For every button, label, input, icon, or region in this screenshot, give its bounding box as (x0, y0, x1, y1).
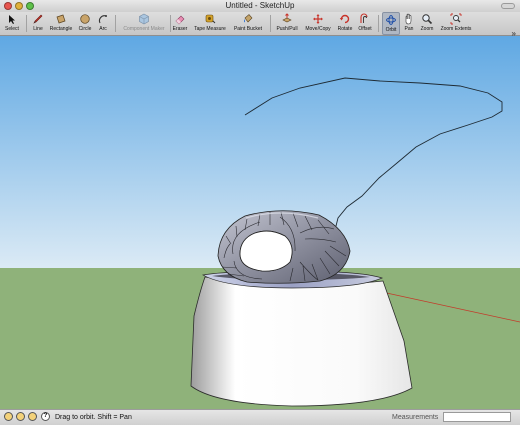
offset-tool-label: Offset (358, 26, 372, 32)
tape-measure-icon (203, 13, 217, 25)
toolbar-separator (26, 15, 27, 32)
push-pull-tool-button[interactable]: Push/Pull (274, 12, 300, 35)
push-pull-icon (280, 13, 294, 25)
zoom-extents-tool-button[interactable]: Zoom Extents (438, 12, 474, 35)
pan-tool-label: Pan (404, 26, 414, 32)
measurements-label: Measurements (392, 414, 439, 421)
help-icon[interactable]: ? (41, 412, 50, 421)
arc-icon (96, 13, 110, 25)
zoom-tool-label: Zoom (420, 26, 434, 32)
circle-tool-button[interactable]: Circle (76, 12, 94, 35)
line-tool-label: Line (33, 26, 43, 32)
torus (217, 210, 351, 284)
zoom-extents-icon (449, 13, 463, 25)
measurements-input[interactable] (443, 412, 511, 422)
pencil-icon (31, 13, 45, 25)
eraser-tool-button[interactable]: Eraser (172, 12, 188, 35)
orbit-tool-label: Orbit (385, 27, 397, 33)
rectangle-icon (54, 13, 68, 25)
rotate-tool-label: Rotate (337, 26, 353, 32)
toolbar-toggle-button[interactable] (501, 3, 515, 9)
status-bar: ? Drag to orbit. Shift = Pan Measurement… (0, 409, 520, 425)
user-icon[interactable] (28, 412, 37, 421)
cylinder-body (190, 276, 413, 407)
move-copy-tool-button[interactable]: Move/Copy (302, 12, 334, 35)
magnifier-icon (420, 13, 434, 25)
tape-measure-tool-label: Tape Measure (194, 26, 226, 32)
move-copy-tool-label: Move/Copy (305, 26, 331, 32)
circle-tool-label: Circle (78, 26, 92, 32)
circle-icon (78, 13, 92, 25)
pan-tool-button[interactable]: Pan (402, 12, 416, 35)
toolbar-separator (170, 15, 171, 32)
orbit-tool-button[interactable]: Orbit (382, 12, 400, 35)
tape-measure-tool-button[interactable]: Tape Measure (192, 12, 228, 35)
large-tool-set-toolbar: Select Line Rectangle Circle Arc Compone… (0, 12, 520, 38)
offset-tool-button[interactable]: Offset (356, 12, 374, 35)
zoom-tool-button[interactable]: Zoom (418, 12, 436, 35)
scene-canvas[interactable] (0, 36, 520, 409)
select-tool-label: Select (5, 26, 19, 32)
modeling-viewport[interactable] (0, 36, 520, 409)
select-tool-button[interactable]: Select (2, 12, 22, 35)
rectangle-tool-label: Rectangle (49, 26, 73, 32)
component-maker-tool-button[interactable]: Component Maker (120, 12, 168, 35)
paint-bucket-tool-button[interactable]: Paint Bucket (231, 12, 265, 35)
rotate-icon (338, 13, 352, 25)
window-title: Untitled - SketchUp (225, 1, 295, 10)
hand-icon (402, 13, 416, 25)
arc-tool-button[interactable]: Arc (96, 12, 110, 35)
paint-bucket-icon (241, 13, 255, 25)
zoom-extents-tool-label: Zoom Extents (440, 26, 472, 32)
orbit-icon (384, 14, 398, 26)
arrow-cursor-icon (5, 13, 19, 25)
geo-location-icon[interactable] (4, 412, 13, 421)
credits-icon[interactable] (16, 412, 25, 421)
rectangle-tool-button[interactable]: Rectangle (47, 12, 75, 35)
line-tool-button[interactable]: Line (30, 12, 46, 35)
component-icon (137, 13, 151, 25)
toolbar-separator (115, 15, 116, 32)
move-icon (311, 13, 325, 25)
rotate-tool-button[interactable]: Rotate (336, 12, 354, 35)
toolbar-separator (270, 15, 271, 32)
arc-tool-label: Arc (99, 26, 107, 32)
eraser-icon (173, 13, 187, 25)
paint-bucket-tool-label: Paint Bucket (233, 26, 263, 32)
status-hint-text: Drag to orbit. Shift = Pan (55, 414, 132, 421)
eraser-tool-label: Eraser (172, 26, 188, 32)
offset-icon (358, 13, 372, 25)
component-maker-tool-label: Component Maker (123, 26, 165, 32)
push-pull-tool-label: Push/Pull (276, 26, 298, 32)
toolbar-separator (378, 15, 379, 32)
